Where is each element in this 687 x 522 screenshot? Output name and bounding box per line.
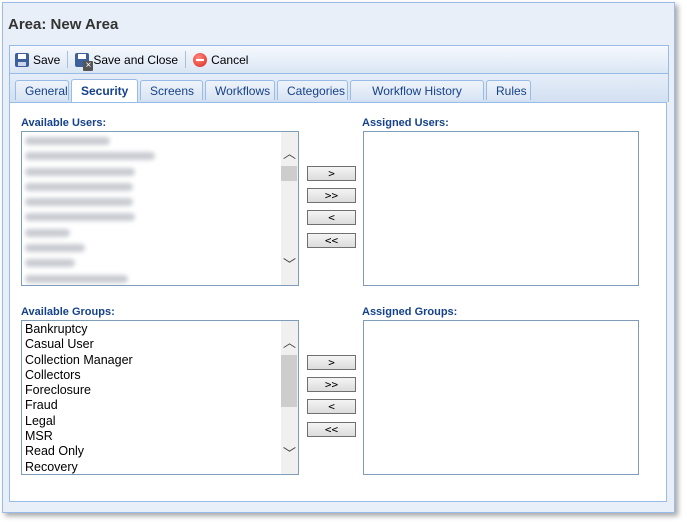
- list-item[interactable]: [24, 240, 280, 255]
- list-item[interactable]: Recovery: [24, 460, 280, 474]
- list-item[interactable]: Legal: [24, 414, 280, 429]
- list-item[interactable]: Foreclosure: [24, 383, 280, 398]
- tab-workflows[interactable]: Workflows: [205, 80, 275, 100]
- add-all-users-button[interactable]: >>: [307, 188, 356, 203]
- scroll-up-icon[interactable]: ︿: [283, 336, 296, 349]
- list-item[interactable]: [24, 209, 280, 224]
- remove-all-groups-button[interactable]: <<: [307, 422, 356, 437]
- save-and-close-button[interactable]: Save and Close: [70, 49, 183, 71]
- list-item[interactable]: Casual User: [24, 337, 280, 352]
- toolbar: Save Save and Close Cancel: [9, 45, 669, 74]
- tab-rules[interactable]: Rules: [486, 80, 531, 100]
- tab-strip: General Security Screens Workflows Categ…: [9, 74, 669, 118]
- available-groups-label: Available Groups:: [21, 306, 115, 318]
- tab-general[interactable]: General: [15, 80, 69, 100]
- scroll-down-icon[interactable]: ﹀: [283, 258, 296, 271]
- tab-security[interactable]: Security: [71, 79, 138, 102]
- list-item[interactable]: Bankruptcy: [24, 322, 280, 337]
- scroll-down-icon[interactable]: ﹀: [283, 447, 296, 460]
- add-all-groups-button[interactable]: >>: [307, 377, 356, 392]
- available-groups-list[interactable]: Bankruptcy Casual User Collection Manage…: [21, 320, 299, 475]
- add-user-button[interactable]: >: [307, 166, 356, 181]
- save-and-close-icon: [75, 52, 94, 71]
- list-item[interactable]: Collectors: [24, 368, 280, 383]
- list-item[interactable]: [24, 255, 280, 270]
- remove-user-button[interactable]: <: [307, 210, 356, 225]
- save-button[interactable]: Save: [10, 49, 65, 71]
- cancel-button[interactable]: Cancel: [188, 49, 253, 71]
- available-users-list[interactable]: ︿ ﹀: [21, 131, 299, 286]
- list-item[interactable]: Read Only: [24, 444, 280, 459]
- tab-workflow-history-fields[interactable]: Workflow History Fields: [350, 80, 484, 118]
- save-and-close-label: Save and Close: [93, 52, 179, 67]
- scroll-thumb[interactable]: [281, 355, 297, 407]
- list-item[interactable]: [24, 164, 280, 179]
- list-item[interactable]: [24, 148, 280, 163]
- list-item[interactable]: Collection Manager: [24, 353, 280, 368]
- add-group-button[interactable]: >: [307, 355, 356, 370]
- remove-group-button[interactable]: <: [307, 399, 356, 414]
- tab-screens[interactable]: Screens: [140, 80, 203, 100]
- available-groups-scrollbar[interactable]: ︿ ﹀: [281, 321, 298, 474]
- available-users-label: Available Users:: [21, 117, 107, 129]
- assigned-users-list[interactable]: [363, 131, 639, 286]
- save-icon: [15, 52, 29, 67]
- toolbar-separator: [185, 51, 187, 68]
- area-window: Area: New Area Save Save and Close Cance…: [2, 2, 675, 513]
- remove-all-users-button[interactable]: <<: [307, 233, 356, 248]
- list-item[interactable]: MSR: [24, 429, 280, 444]
- list-item[interactable]: [24, 225, 280, 240]
- list-item[interactable]: Fraud: [24, 398, 280, 413]
- assigned-groups-label: Assigned Groups:: [362, 306, 458, 318]
- assigned-users-label: Assigned Users:: [362, 117, 449, 129]
- list-item[interactable]: [24, 194, 280, 209]
- scroll-up-icon[interactable]: ︿: [283, 147, 296, 160]
- available-users-items: [24, 133, 280, 285]
- list-item[interactable]: [24, 179, 280, 194]
- available-users-scrollbar[interactable]: ︿ ﹀: [281, 132, 298, 285]
- toolbar-separator: [67, 51, 69, 68]
- cancel-button-label: Cancel: [211, 52, 249, 67]
- list-item[interactable]: [24, 133, 280, 148]
- cancel-icon: [193, 52, 208, 67]
- scroll-thumb[interactable]: [281, 166, 297, 181]
- list-item[interactable]: [24, 271, 280, 285]
- security-panel: Available Users: Assigned Users: ︿ ﹀ > >…: [9, 102, 667, 502]
- assigned-groups-list[interactable]: [363, 320, 639, 475]
- window-title: Area: New Area: [8, 16, 119, 33]
- save-button-label: Save: [33, 52, 61, 67]
- available-groups-items: Bankruptcy Casual User Collection Manage…: [24, 322, 280, 474]
- tab-categories[interactable]: Categories: [277, 80, 348, 100]
